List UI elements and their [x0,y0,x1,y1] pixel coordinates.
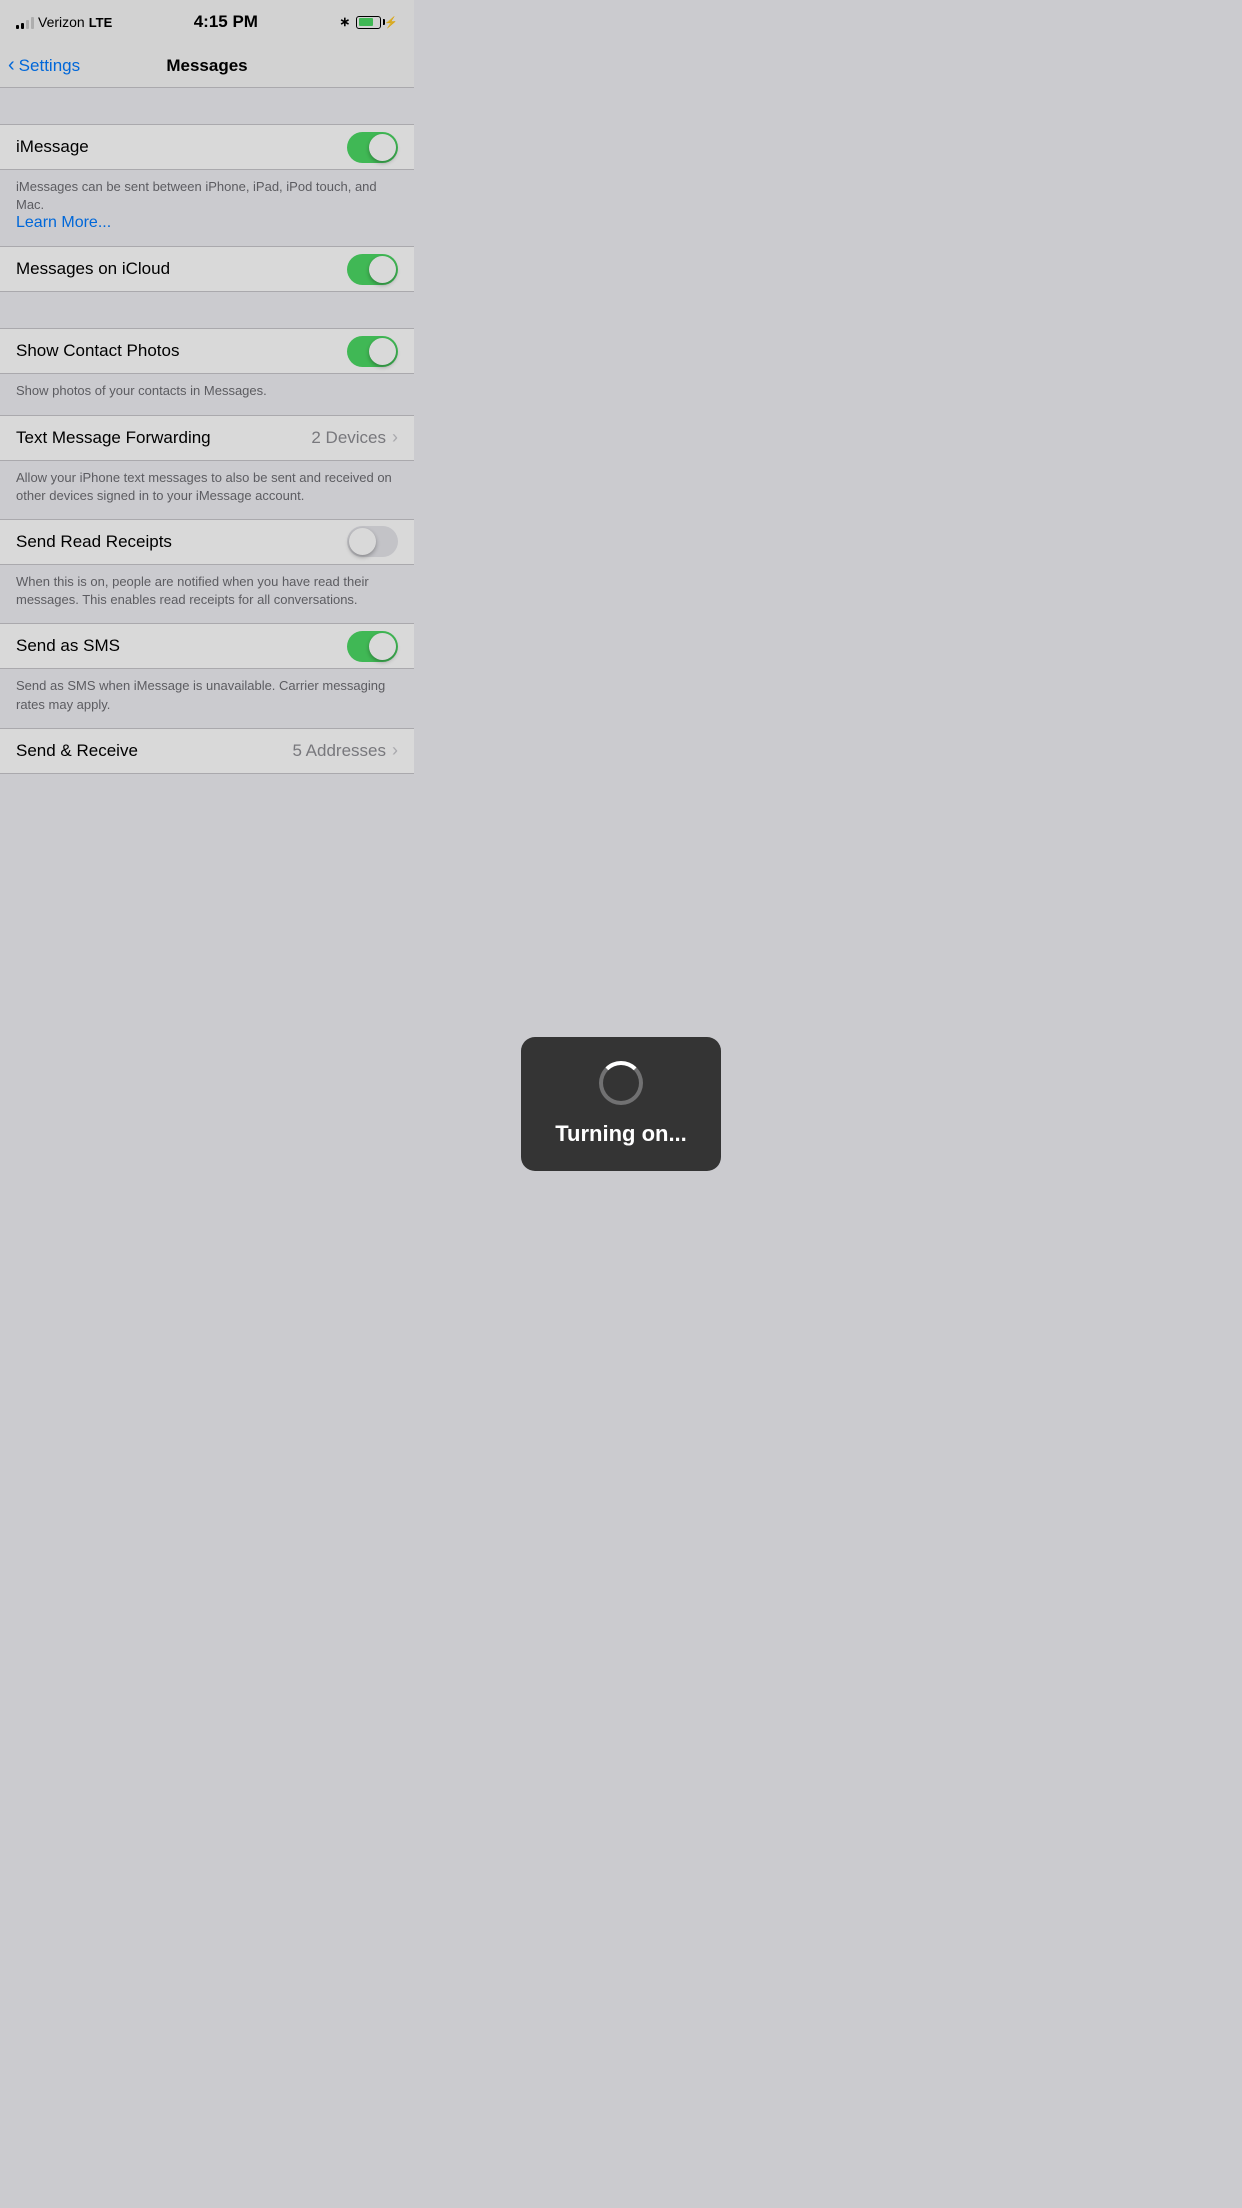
turning-on-text: Turning on... [555,1121,687,1147]
turning-on-overlay: Turning on... [0,0,1242,2208]
loading-spinner [599,1061,643,1105]
turning-on-box: Turning on... [521,1037,721,1171]
